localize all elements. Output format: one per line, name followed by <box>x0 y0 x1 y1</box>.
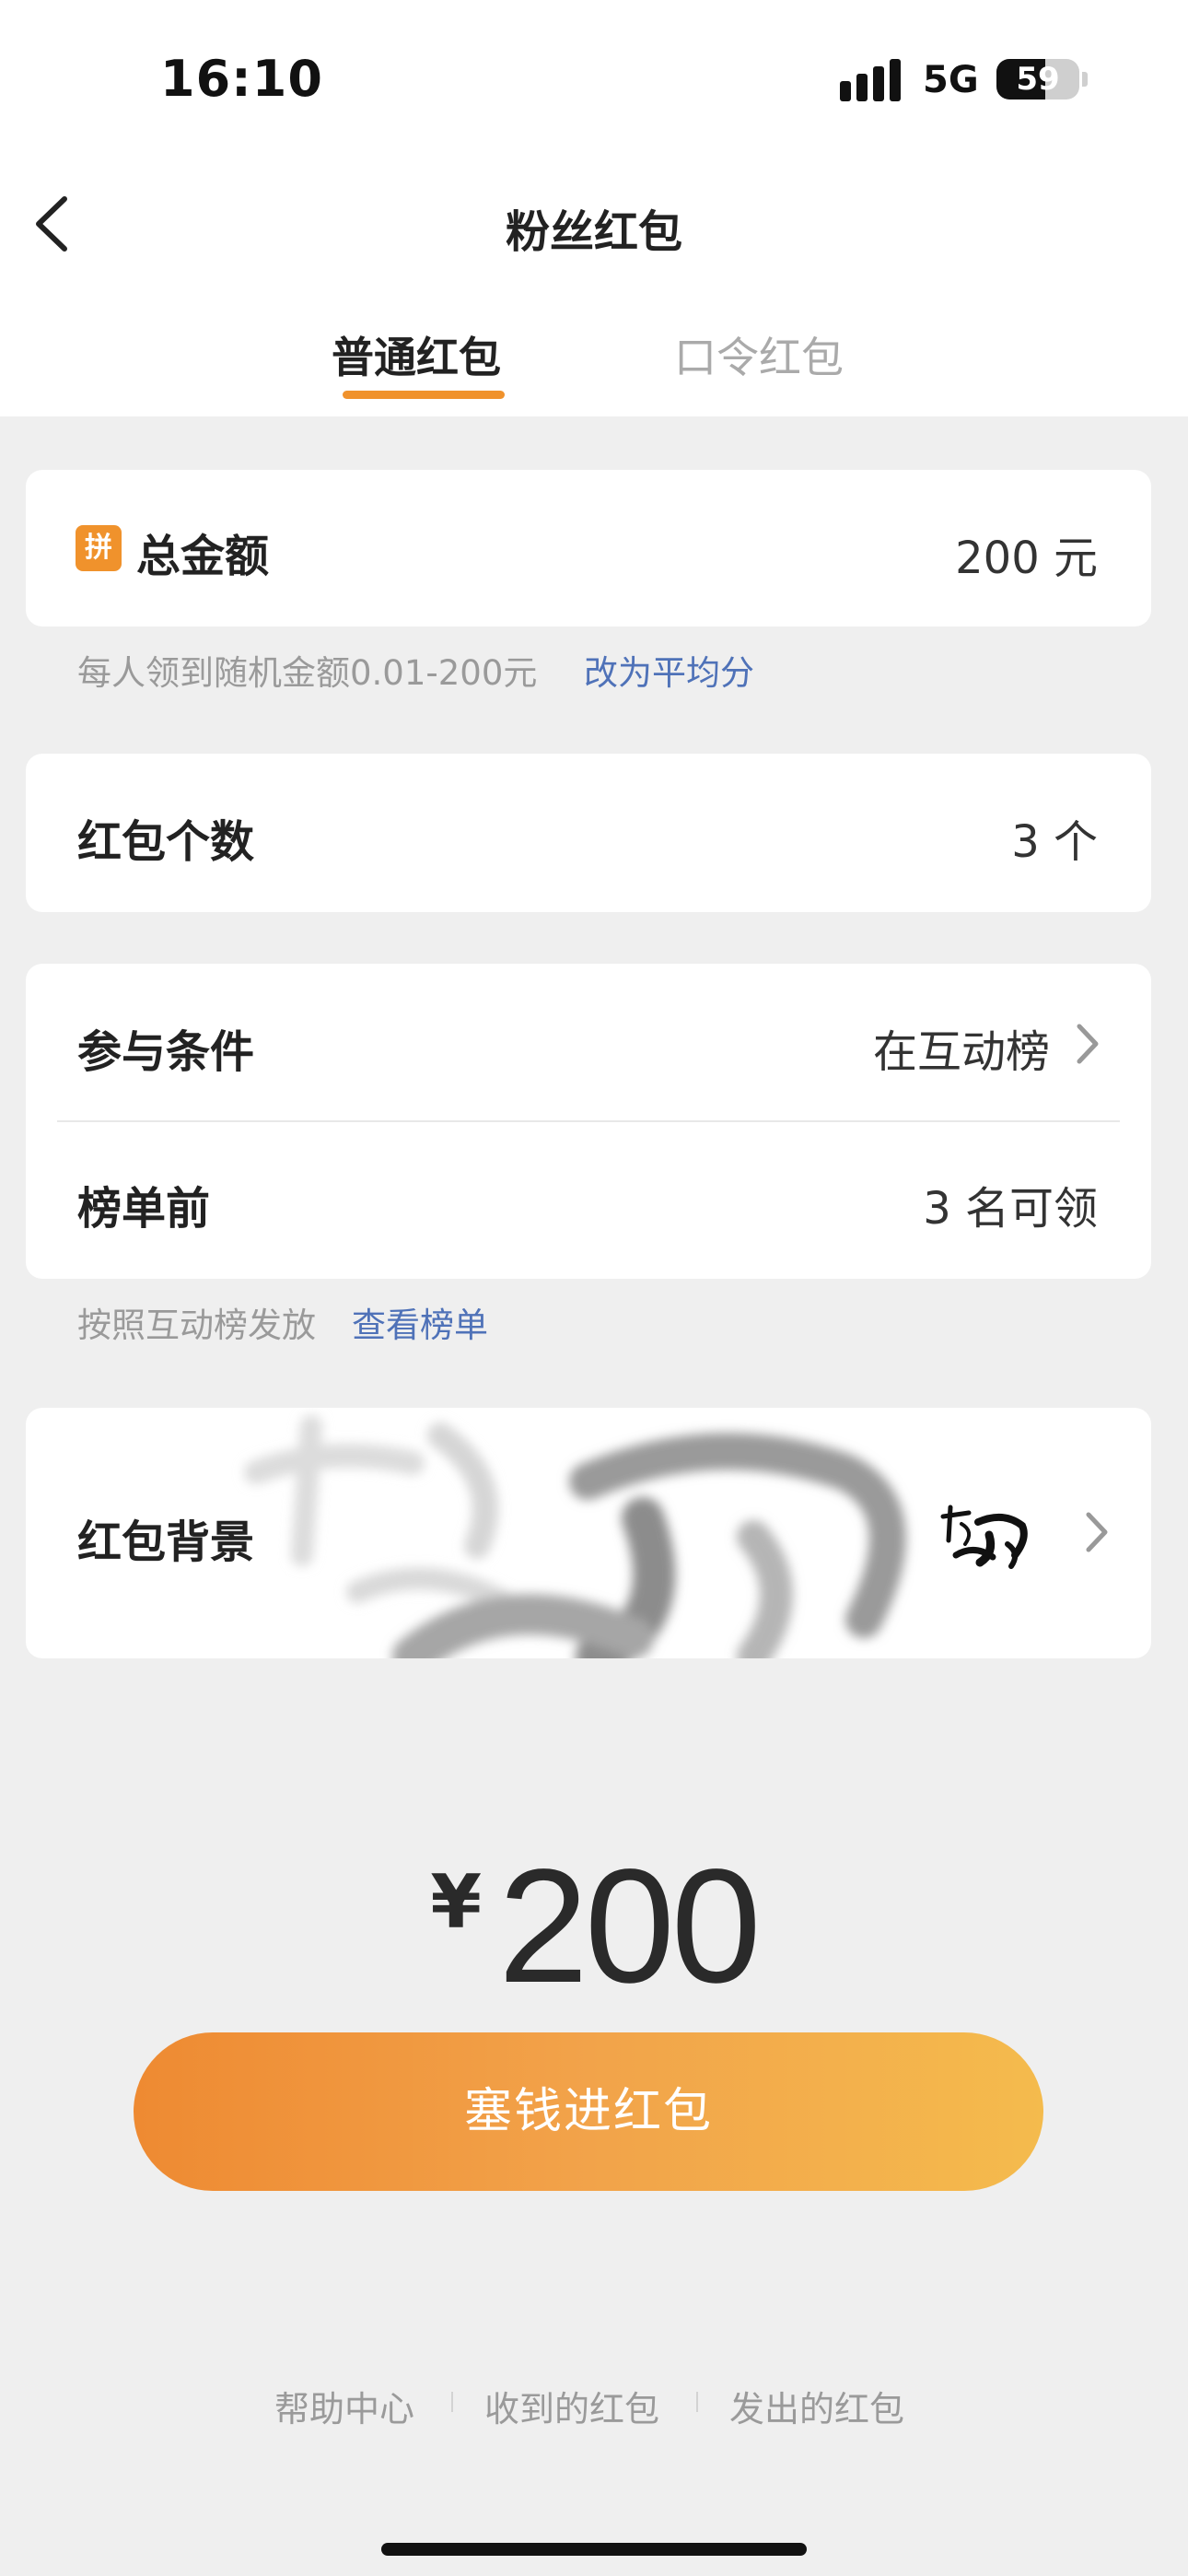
background-row[interactable]: 红包背景 <box>26 1408 1151 1658</box>
chevron-right-icon[interactable] <box>1083 1509 1111 1555</box>
packet-count-row[interactable]: 红包个数 3 个 <box>26 754 1151 912</box>
currency-symbol: ¥ <box>430 1859 482 1945</box>
network-type: 5G <box>923 59 979 101</box>
cellular-signal-icon <box>840 59 904 101</box>
sent-packets-link[interactable]: 发出的红包 <box>729 2381 904 2431</box>
pin-badge-icon: 拼 <box>76 525 122 571</box>
packet-count-label: 红包个数 <box>77 816 255 868</box>
home-indicator[interactable] <box>381 2543 807 2556</box>
row-divider <box>57 1120 1120 1122</box>
condition-card: 参与条件 在互动榜 榜单前 3 名可领 <box>26 964 1151 1279</box>
rank-value[interactable]: 3 名可领 <box>923 1172 1098 1236</box>
background-label: 红包背景 <box>77 1516 255 1568</box>
battery-level: 59 <box>1016 61 1060 98</box>
rank-distribution-hint: 按照互动榜发放 <box>77 1306 316 1345</box>
received-packets-link[interactable]: 收到的红包 <box>484 2381 659 2431</box>
amount-value: 200 <box>498 1836 762 2017</box>
status-time: 16:10 <box>160 50 323 108</box>
amount-display: ¥200 <box>0 1833 1188 2020</box>
background-calligraphy-preview <box>244 1415 906 1658</box>
tab-normal-red-packet[interactable]: 普通红包 <box>332 324 501 385</box>
footer-separator <box>696 2392 698 2412</box>
condition-value[interactable]: 在互动榜 <box>873 1015 1050 1080</box>
packet-count-value[interactable]: 3 个 <box>1011 805 1098 870</box>
total-amount-label: 总金额 <box>136 531 270 582</box>
chevron-right-icon[interactable] <box>1074 1021 1101 1067</box>
condition-label: 参与条件 <box>77 1026 255 1078</box>
total-amount-value[interactable]: 200 元 <box>955 521 1098 586</box>
battery-icon: 59 <box>996 59 1079 100</box>
random-amount-hint: 每人领到随机金额0.01-200元 <box>77 653 538 693</box>
battery-tip <box>1082 72 1088 87</box>
total-amount-row[interactable]: 拼 总金额 200 元 <box>26 470 1151 626</box>
view-ranking-link[interactable]: 查看榜单 <box>352 1297 488 1347</box>
background-thumbnail <box>940 1505 1028 1569</box>
help-center-link[interactable]: 帮助中心 <box>274 2381 414 2431</box>
switch-to-average-link[interactable]: 改为平均分 <box>584 645 754 695</box>
tab-password-red-packet[interactable]: 口令红包 <box>674 324 844 385</box>
page-title: 粉丝红包 <box>505 206 682 258</box>
tab-active-indicator <box>343 391 505 399</box>
rank-label: 榜单前 <box>77 1183 211 1235</box>
submit-red-packet-button[interactable]: 塞钱进红包 <box>134 2032 1043 2191</box>
footer-separator <box>451 2392 453 2412</box>
